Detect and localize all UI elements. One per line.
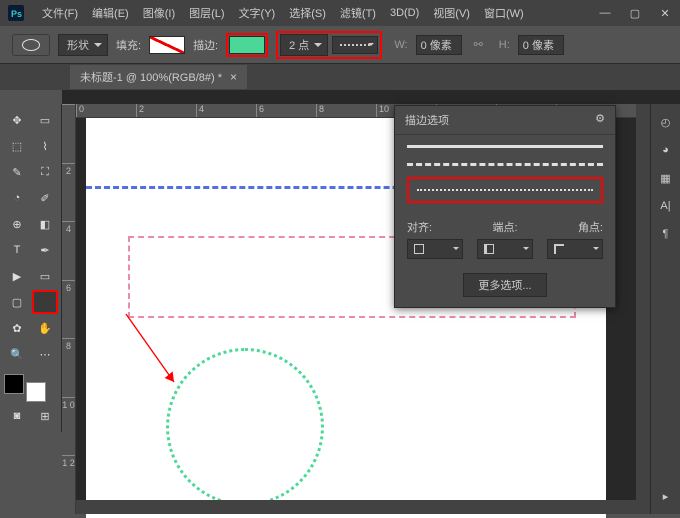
edit-toolbar[interactable]: ⋯ — [32, 342, 58, 366]
menu-layer[interactable]: 图层(L) — [189, 5, 224, 21]
stroke-style-dashed[interactable] — [407, 163, 603, 171]
dotted-circle-example — [166, 348, 324, 506]
shape-mode-dropdown[interactable]: 形状 — [58, 34, 108, 56]
menu-select[interactable]: 选择(S) — [289, 5, 326, 21]
type-tool[interactable]: T — [4, 238, 30, 262]
screen-mode-icon[interactable]: ⊞ — [32, 404, 58, 428]
background-color[interactable] — [26, 382, 46, 402]
svg-text:Ps: Ps — [11, 9, 22, 19]
history-panel-icon[interactable]: ◴ — [656, 112, 676, 132]
document-tab[interactable]: 未标题-1 @ 100%(RGB/8#) * × — [70, 65, 247, 89]
eyedropper-tool[interactable]: ◔ — [4, 186, 30, 210]
menu-image[interactable]: 图像(I) — [143, 5, 175, 21]
vertical-ruler: 24681 01 2 — [62, 104, 76, 514]
vertical-scrollbar[interactable] — [636, 104, 650, 500]
quick-mask-icon[interactable]: ◙ — [4, 404, 30, 428]
gear-icon[interactable]: ⚙ — [595, 112, 605, 128]
options-bar: 形状 填充: 描边: 2 点 W: ⚯ H: — [0, 26, 680, 64]
eraser-tool[interactable]: ◧ — [32, 212, 58, 236]
workspace: ✥ ▭ ⬚ ⌇ ✎ ⛶ ◔ ✐ ⊕ ◧ T ✒ ▶ ▭ ▢ ✿ ✋ 🔍 ⋯ ◙ … — [0, 90, 680, 514]
rectangle-tool[interactable]: ▭ — [32, 264, 58, 288]
horizontal-scrollbar[interactable] — [76, 500, 650, 514]
align-label: 对齐: — [407, 219, 432, 235]
custom-shape-tool[interactable]: ✿ — [4, 316, 30, 340]
lasso-tool[interactable]: ⌇ — [32, 134, 58, 158]
stroke-width-dropdown[interactable]: 2 点 — [280, 34, 328, 56]
path-select-tool[interactable]: ▶ — [4, 264, 30, 288]
right-panel-dock: ◴ ◕ ▦ A| ¶ ▸ — [650, 104, 680, 514]
align-dropdown[interactable] — [407, 239, 463, 259]
cap-label: 端点: — [492, 219, 517, 235]
canvas-area: 0246810121416 24681 01 2 描边选项 ⚙ — [62, 90, 680, 514]
link-wh-icon[interactable]: ⚯ — [470, 38, 487, 51]
stroke-style-solid[interactable] — [407, 145, 603, 153]
menu-filter[interactable]: 滤镜(T) — [340, 5, 376, 21]
menu-3d[interactable]: 3D(D) — [390, 7, 419, 19]
hand-tool[interactable]: ✋ — [32, 316, 58, 340]
rounded-rect-tool[interactable]: ▢ — [4, 290, 30, 314]
minimize-button[interactable]: — — [590, 0, 620, 26]
paragraph-panel-icon[interactable]: ¶ — [656, 224, 676, 244]
stroke-style-dotted[interactable] — [417, 189, 593, 191]
clone-tool[interactable]: ⊕ — [4, 212, 30, 236]
menu-type[interactable]: 文字(Y) — [239, 5, 276, 21]
photoshop-logo-icon: Ps — [8, 5, 24, 21]
stroke-options-panel: 描边选项 ⚙ 对齐: 端点: 角点: 更多选项... — [394, 105, 616, 308]
stroke-style-dropdown[interactable] — [332, 36, 378, 54]
swatches-panel-icon[interactable]: ▦ — [656, 168, 676, 188]
crop-tool[interactable]: ⛶ — [32, 160, 58, 184]
more-options-button[interactable]: 更多选项... — [463, 273, 546, 297]
menu-bar: Ps 文件(F) 编辑(E) 图像(I) 图层(L) 文字(Y) 选择(S) 滤… — [0, 0, 680, 26]
quick-select-tool[interactable]: ✎ — [4, 160, 30, 184]
width-label: W: — [394, 39, 407, 51]
brush-tool[interactable]: ✐ — [32, 186, 58, 210]
fill-label: 填充: — [116, 37, 141, 53]
maximize-button[interactable]: ▢ — [620, 0, 650, 26]
document-tab-title: 未标题-1 @ 100%(RGB/8#) * — [80, 69, 222, 85]
fill-color-swatch[interactable] — [149, 36, 185, 54]
foreground-color[interactable] — [4, 374, 24, 394]
width-input[interactable] — [416, 35, 462, 55]
move-tool[interactable]: ✥ — [4, 108, 30, 132]
marquee-tool[interactable]: ⬚ — [4, 134, 30, 158]
menu-edit[interactable]: 编辑(E) — [92, 5, 129, 21]
artboard-tool[interactable]: ▭ — [32, 108, 58, 132]
stroke-label: 描边: — [193, 37, 218, 53]
close-button[interactable]: ✕ — [650, 0, 680, 26]
height-label: H: — [499, 39, 510, 51]
color-panel-icon[interactable]: ◕ — [656, 140, 676, 160]
menu-view[interactable]: 视图(V) — [433, 5, 470, 21]
document-tab-bar: 未标题-1 @ 100%(RGB/8#) * × — [0, 64, 680, 90]
collapse-panel-icon[interactable]: ▸ — [656, 486, 676, 506]
stroke-style-dotted-highlight — [407, 177, 603, 203]
join-label: 角点: — [578, 219, 603, 235]
menu-window[interactable]: 窗口(W) — [484, 5, 524, 21]
character-panel-icon[interactable]: A| — [656, 196, 676, 216]
stroke-panel-title: 描边选项 — [405, 112, 449, 128]
join-dropdown[interactable] — [547, 239, 603, 259]
menu-file[interactable]: 文件(F) — [42, 5, 78, 21]
stroke-color-swatch[interactable] — [229, 36, 265, 54]
height-input[interactable] — [518, 35, 564, 55]
zoom-tool[interactable]: 🔍 — [4, 342, 30, 366]
close-tab-icon[interactable]: × — [230, 70, 237, 84]
left-toolbar: ✥ ▭ ⬚ ⌇ ✎ ⛶ ◔ ✐ ⊕ ◧ T ✒ ▶ ▭ ▢ ✿ ✋ 🔍 ⋯ ◙ … — [0, 104, 62, 432]
pen-tool[interactable]: ✒ — [32, 238, 58, 262]
current-tool-icon[interactable] — [12, 34, 50, 56]
ellipse-tool[interactable] — [32, 290, 58, 314]
cap-dropdown[interactable] — [477, 239, 533, 259]
